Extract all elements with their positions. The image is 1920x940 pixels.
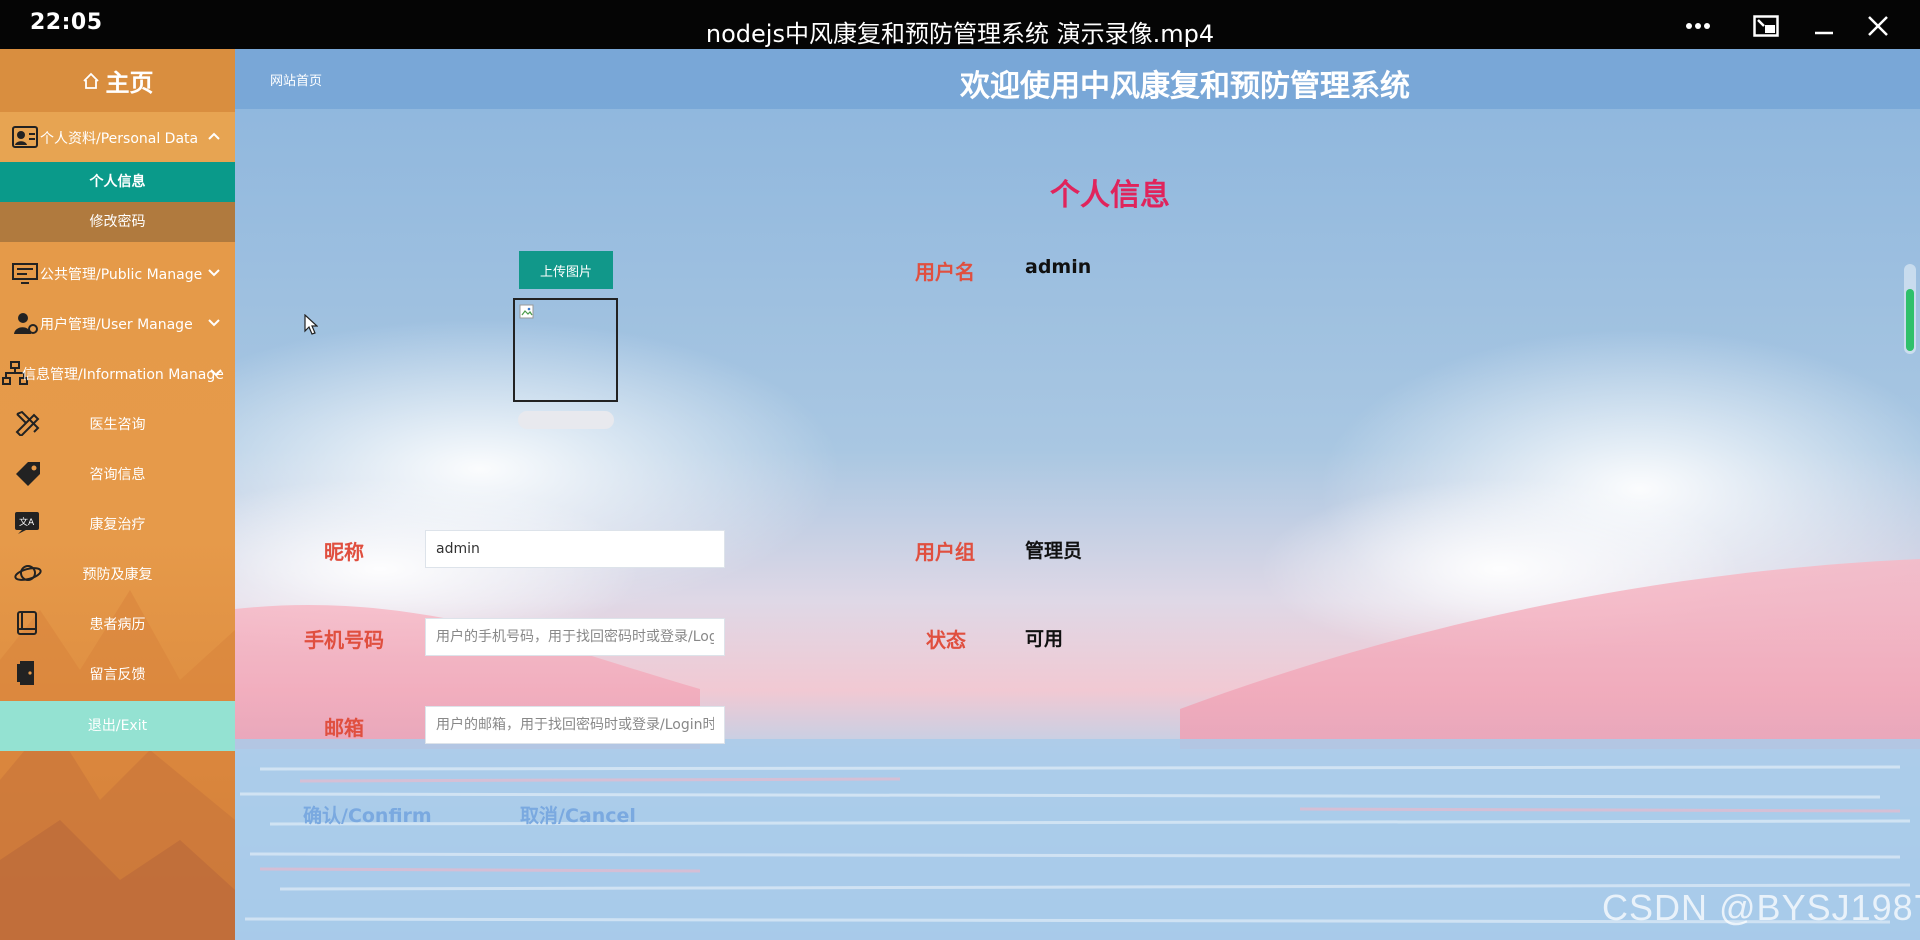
chevron-up-icon [208,132,220,140]
sidebar-item-patient-records[interactable]: 患者病历 [0,598,235,648]
sidebar-item-consult-info[interactable]: 咨询信息 [0,448,235,498]
sidebar-home[interactable]: 主页 [0,49,235,112]
user-card-icon [12,126,38,148]
sidebar-group-user-manage[interactable]: 用户管理/User Manage [0,298,235,348]
sidebar-group-information-manage[interactable]: 信息管理/Information Manage [0,348,235,398]
status-label: 状态 [926,628,966,652]
sidebar-item-label: 患者病历 [89,617,146,633]
sidebar-item-feedback[interactable]: 留言反馈 [0,648,235,698]
sidebar-item-label: 留言反馈 [89,667,146,683]
sidebar-sub-change-password[interactable]: 修改密码 [0,202,235,242]
username-value: admin [1025,256,1092,278]
sidebar-home-label: 主页 [105,69,154,97]
user-gear-icon [14,313,38,334]
scrollbar-thumb[interactable] [1906,289,1914,351]
close-icon[interactable] [1856,8,1900,44]
sidebar: 主页 个人资料/Personal Data 个人信息 修改密码 公共管理/Pub… [0,49,235,940]
home-icon [82,72,99,89]
sidebar-item-doctor-consult[interactable]: 医生咨询 [0,398,235,448]
watermark: CSDN @BYSJ1987 [1602,887,1920,928]
sidebar-exit-button[interactable]: 退出/Exit [0,701,235,751]
phone-input[interactable] [425,618,725,656]
sidebar-group-personal-data[interactable]: 个人资料/Personal Data [0,112,235,162]
nickname-input[interactable] [425,530,725,568]
site-welcome-title: 欢迎使用中风康复和预防管理系统 [960,69,1410,104]
nickname-label: 昵称 [324,540,364,564]
sidebar-group-public-manage[interactable]: 公共管理/Public Manage [0,248,235,298]
confirm-button[interactable]: 确认/Confirm [303,801,432,828]
minimize-icon[interactable] [1802,8,1846,44]
monitor-icon [12,263,38,284]
sidebar-item-label: 咨询信息 [89,467,146,483]
phone-label: 手机号码 [304,628,384,652]
app-window: 主页 个人资料/Personal Data 个人信息 修改密码 公共管理/Pub… [0,49,1920,940]
sidebar-group-label: 个人资料/Personal Data [40,131,199,147]
sidebar-item-label: 预防及康复 [82,567,153,583]
avatar-preview [513,298,618,402]
sidebar-item-label: 康复治疗 [89,517,146,533]
status-value: 可用 [1025,628,1064,650]
chevron-down-icon [208,319,220,327]
email-label: 邮箱 [324,716,364,740]
breadcrumb-home-link[interactable]: 网站首页 [270,70,322,89]
background-scene [0,49,1920,940]
username-label: 用户名 [915,260,975,284]
sidebar-group-label: 信息管理/Information Manage [22,367,224,383]
sidebar-group-label: 用户管理/User Manage [40,317,193,333]
sidebar-item-rehab-treatment[interactable]: 文A 康复治疗 [0,498,235,548]
top-header: 网站首页 欢迎使用中风康复和预防管理系统 [235,49,1920,109]
avatar-upload-progress [518,411,614,429]
email-input[interactable] [425,706,725,744]
user-group-label: 用户组 [915,540,975,564]
player-title-bar: 22:05 nodejs中风康复和预防管理系统 演示录像.mp4 [0,0,1920,49]
mouse-cursor-icon [304,314,318,335]
sidebar-item-label: 医生咨询 [89,417,146,433]
broken-image-icon [519,304,534,319]
video-title: nodejs中风康复和预防管理系统 演示录像.mp4 [705,20,1215,48]
chevron-down-icon [210,369,222,377]
cancel-button[interactable]: 取消/Cancel [520,801,636,828]
sidebar-sub-personal-info[interactable]: 个人信息 [0,162,235,202]
pip-icon[interactable] [1744,8,1788,44]
page-title: 个人信息 [1050,178,1170,213]
sidebar-group-label: 公共管理/Public Manage [40,267,203,283]
more-icon[interactable] [1676,8,1720,44]
sidebar-item-prevention-rehab[interactable]: 预防及康复 [0,548,235,598]
upload-image-button[interactable]: 上传图片 [519,251,613,289]
user-group-value: 管理员 [1025,540,1083,562]
chevron-down-icon [208,269,220,277]
